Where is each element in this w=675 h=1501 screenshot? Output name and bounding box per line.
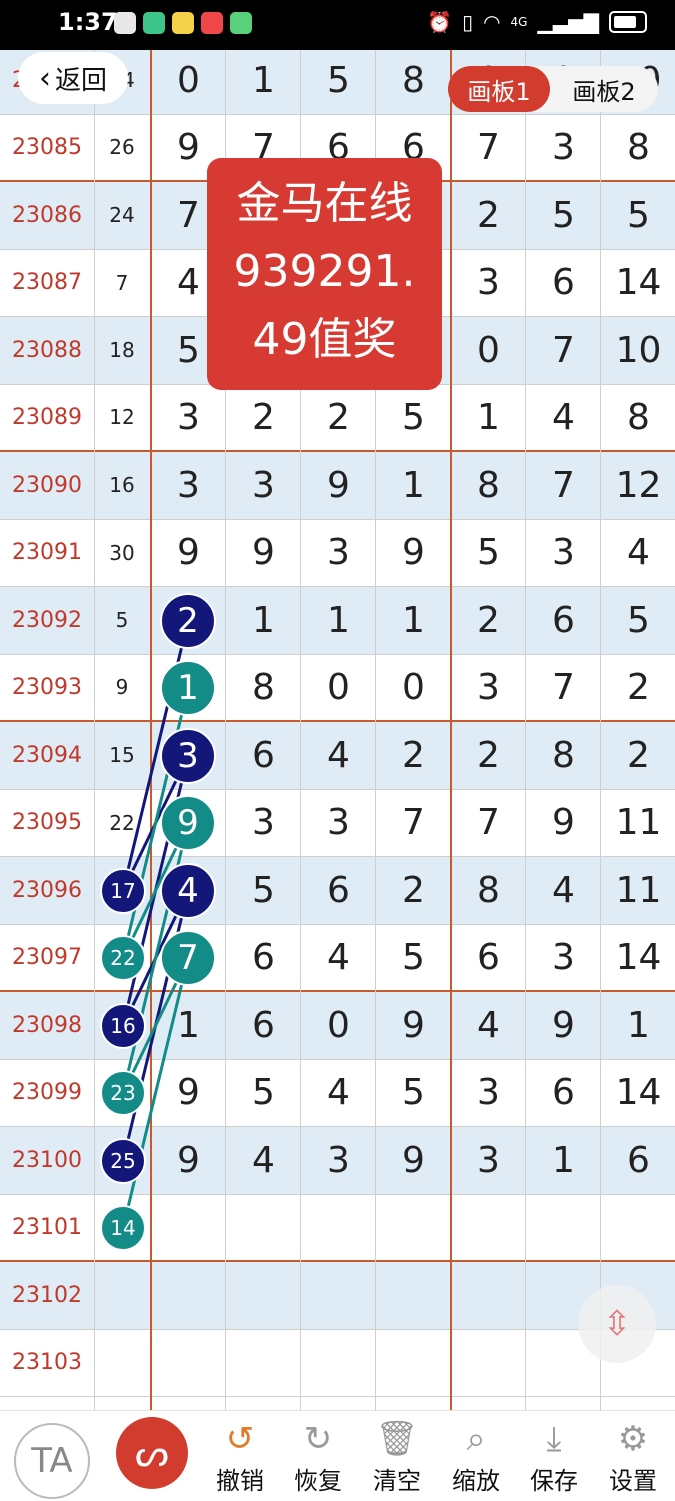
number-ball[interactable]: 3 (160, 727, 216, 784)
download-icon: ⤓ (546, 1419, 562, 1459)
expand-vertical-icon: ⇳ (602, 1304, 632, 1344)
redo-icon: ↻ (303, 1419, 333, 1459)
app-notification-icon (143, 12, 165, 34)
sum-ball[interactable]: 25 (100, 1137, 146, 1184)
clear-label: 清空 (373, 1467, 421, 1495)
number-ball[interactable]: 2 (160, 592, 216, 649)
sum-ball[interactable]: 14 (100, 1205, 146, 1252)
promo-line: 939291. (233, 246, 416, 297)
pen-tool-button[interactable]: ᔕ (116, 1417, 188, 1489)
zoom-label: 缩放 (452, 1467, 500, 1495)
gear-icon: ⚙ (617, 1419, 649, 1459)
tab-board-1[interactable]: 画板1 (448, 66, 550, 112)
zoom-button[interactable]: ⌕ 缩放 (444, 1417, 508, 1496)
back-button[interactable]: ‹ 返回 (18, 52, 128, 104)
network-label: 4G (510, 15, 528, 29)
promo-line: 49值奖 (252, 314, 397, 365)
board-tabs: 画板1 画板2 (448, 66, 658, 112)
redo-button[interactable]: ↻ 恢复 (286, 1417, 350, 1496)
trash-icon: 🗑 (375, 1419, 419, 1459)
wifi-icon: ◠ (483, 10, 501, 34)
notification-icons (114, 12, 252, 34)
sum-ball[interactable]: 23 (100, 1070, 146, 1117)
chevron-left-icon: ‹ (38, 60, 51, 96)
vibrate-icon: ▯ (462, 10, 474, 34)
promo-banner[interactable]: 金马在线 939291. 49值奖 (207, 158, 442, 390)
text-tool-label: TA (31, 1441, 73, 1481)
save-label: 保存 (530, 1467, 578, 1495)
app-notification-icon (172, 12, 194, 34)
clock: 1:37 (58, 8, 118, 36)
number-ball[interactable]: 7 (160, 930, 216, 987)
promo-line: 金马在线 (236, 178, 413, 229)
alarm-icon: ⏰ (427, 10, 453, 34)
undo-label: 撤销 (216, 1467, 264, 1495)
sum-ball[interactable]: 17 (100, 867, 146, 914)
number-ball[interactable]: 1 (160, 660, 216, 717)
tab-board-2[interactable]: 画板2 (552, 66, 656, 112)
battery-icon (609, 11, 647, 33)
text-tool-button[interactable]: TA (14, 1423, 90, 1499)
app-notification-icon (201, 12, 223, 34)
zoom-icon: ⌕ (466, 1419, 486, 1459)
redo-label: 恢复 (294, 1467, 342, 1495)
undo-button[interactable]: ↺ 撤销 (208, 1417, 272, 1496)
back-label: 返回 (54, 65, 107, 96)
pen-icon: ᔕ (135, 1431, 169, 1475)
settings-button[interactable]: ⚙ 设置 (601, 1417, 665, 1496)
number-ball[interactable]: 4 (160, 862, 216, 919)
app-notification-icon (230, 12, 252, 34)
number-ball[interactable]: 9 (160, 795, 216, 852)
system-icons: ⏰ ▯ ◠ 4G ▁▃▅▇ (427, 10, 647, 34)
sum-ball[interactable]: 16 (100, 1002, 146, 1049)
save-button[interactable]: ⤓ 保存 (522, 1417, 586, 1496)
app-notification-icon (114, 12, 136, 34)
signal-icon: ▁▃▅▇ (537, 10, 599, 34)
settings-label: 设置 (609, 1467, 657, 1495)
sum-ball[interactable]: 22 (100, 935, 146, 982)
bottom-toolbar: TA ᔕ ↺ 撤销 ↻ 恢复 🗑 清空 ⌕ 缩放 ⤓ 保存 ⚙ 设置 (0, 1410, 675, 1501)
scroll-toggle-button[interactable]: ⇳ (578, 1285, 656, 1363)
undo-icon: ↺ (225, 1419, 255, 1459)
status-bar: 1:37 ⏰ ▯ ◠ 4G ▁▃▅▇ (0, 0, 675, 50)
clear-button[interactable]: 🗑 清空 (365, 1417, 429, 1496)
